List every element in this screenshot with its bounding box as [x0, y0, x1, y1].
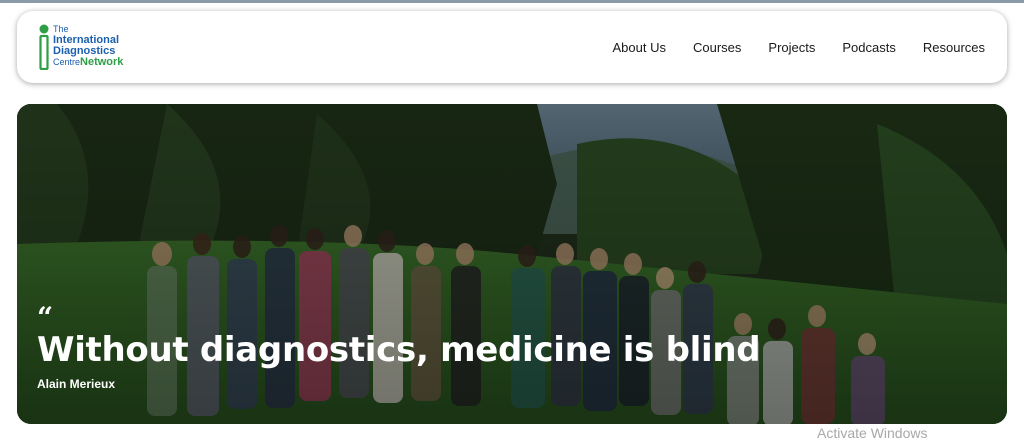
hero-group-photo [17, 104, 1007, 424]
nav-projects[interactable]: Projects [768, 40, 815, 55]
logo-icon [39, 24, 49, 70]
logo-line-network: Network [80, 56, 124, 68]
main-nav: About Us Courses Projects Podcasts Resou… [586, 11, 986, 83]
nav-courses[interactable]: Courses [693, 40, 741, 55]
site-header: The International Diagnostics CentreNetw… [17, 11, 1007, 83]
site-logo[interactable]: The International Diagnostics CentreNetw… [39, 24, 149, 70]
logo-line-centre: Centre [53, 57, 81, 67]
os-activation-watermark: Activate Windows [817, 425, 928, 441]
nav-about-us[interactable]: About Us [613, 40, 666, 55]
hero-quote: Without diagnostics, medicine is blind [37, 330, 761, 370]
nav-resources[interactable]: Resources [923, 40, 985, 55]
quote-mark-icon: “ [37, 301, 54, 334]
quote-author: Alain Merieux [37, 377, 116, 391]
hero-banner: “ Without diagnostics, medicine is blind… [17, 104, 1007, 424]
nav-podcasts[interactable]: Podcasts [842, 40, 895, 55]
window-top-edge [0, 0, 1024, 3]
